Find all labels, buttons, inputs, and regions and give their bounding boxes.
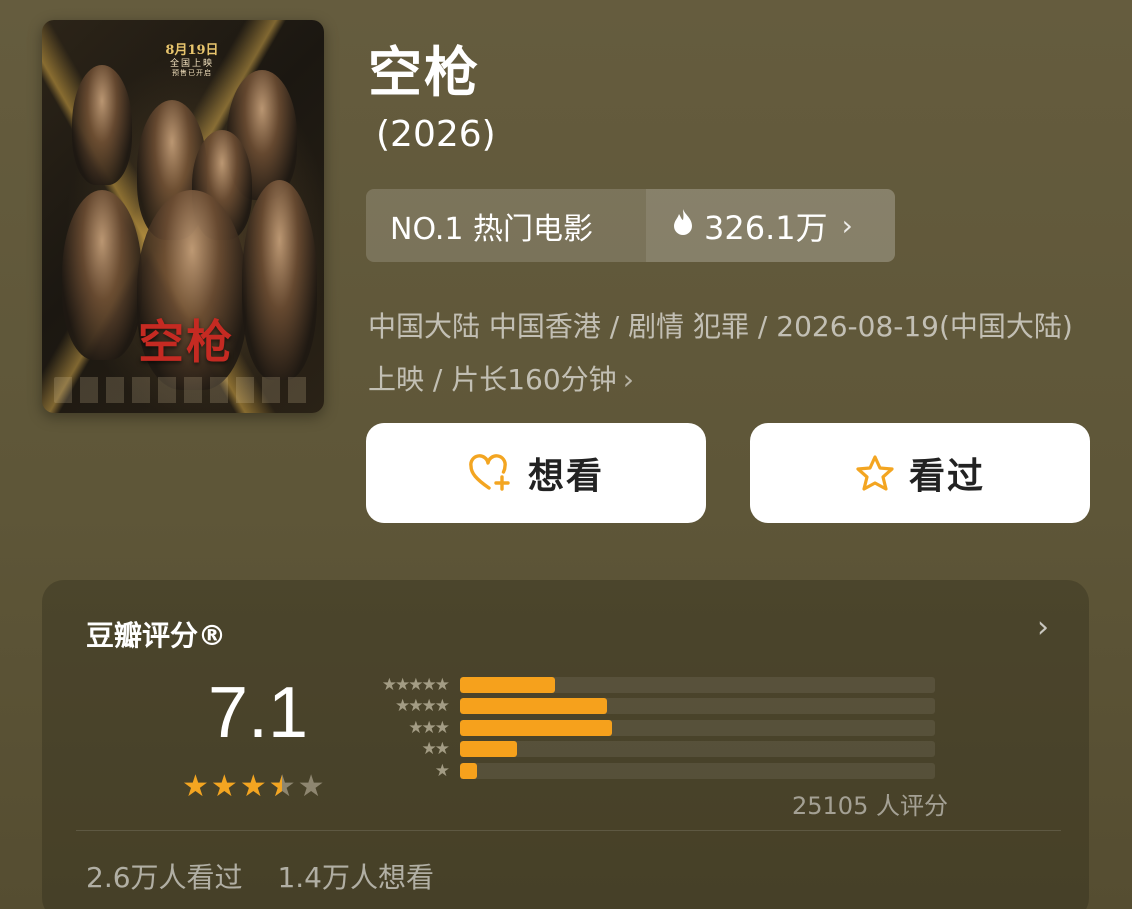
rating-bar-track (460, 762, 935, 779)
rating-title: 豆瓣评分® (86, 619, 227, 652)
star-outline-icon (855, 454, 895, 492)
watched-button[interactable]: 看过 (750, 423, 1090, 523)
flame-icon (672, 208, 694, 243)
rating-bar-fill (460, 698, 608, 715)
rating-row-3-star: ★★★ (360, 717, 935, 739)
rating-bar-track (460, 719, 935, 736)
poster-figure (242, 180, 317, 380)
poster-figure (72, 65, 132, 185)
rating-row-4-star: ★★★★ (360, 696, 935, 718)
star-row-icon: ★★★★ (395, 696, 450, 717)
heat-value: 326.1万 (704, 208, 828, 247)
chevron-right-icon: › (841, 209, 853, 242)
poster-figure (62, 190, 142, 360)
movie-title: 空枪 (368, 41, 480, 104)
poster-presale: 预售已开启 (172, 69, 212, 78)
douban-rating-card[interactable]: 豆瓣评分® › 7.1 ★ ★ ★ ★ ★ ★ ★★★★ ★ ★★★ ★ ★★ ★ ★ … (42, 580, 1089, 909)
star-empty-icon: ★ (297, 769, 325, 804)
want-label: 想看 (527, 456, 604, 497)
seen-count[interactable]: 2.6万人看过 (86, 861, 243, 894)
star-row-icon: ★ (434, 760, 450, 781)
rating-bar-track (460, 741, 935, 758)
rating-bar-track (460, 676, 935, 693)
heat-button[interactable]: 326.1万 › (646, 189, 895, 262)
want-to-watch-button[interactable]: 想看 (366, 423, 706, 523)
movie-poster[interactable]: 8月19日 全国上映 预售已开启 空枪 (42, 20, 324, 413)
rating-row-1-star: ★ (360, 760, 935, 782)
star-full-icon: ★ (239, 769, 267, 804)
poster-nationwide: 全国上映 (169, 58, 214, 69)
seen-label: 看过 (908, 456, 985, 497)
star-half-icon: ★ (269, 772, 296, 803)
rating-row-5-star: ★★★★★ (360, 674, 935, 696)
chevron-right-icon[interactable]: › (1037, 610, 1049, 645)
rating-distribution: ★★★★★ ★★★★ ★★★ ★★ ★ (360, 674, 935, 782)
star-row-icon: ★★ (421, 739, 450, 760)
star-full-icon: ★ (210, 769, 238, 804)
rating-bar-track (460, 698, 935, 715)
poster-title: 空枪 (138, 315, 234, 369)
rating-count: 25105 人评分 (792, 792, 948, 820)
star-full-icon: ★ (182, 769, 209, 804)
poster-date: 8月19日 (165, 43, 219, 58)
watch-stats: 2.6万人看过 1.4万人想看 (86, 856, 434, 896)
star-row-icon: ★★★★★ (381, 674, 450, 695)
rating-bar-fill (460, 741, 517, 758)
want-count[interactable]: 1.4万人想看 (277, 861, 434, 894)
star-row-icon: ★★★ (408, 717, 450, 738)
rating-score: 7.1 (208, 673, 309, 753)
movie-meta[interactable]: 中国大陆 中国香港 / 剧情 犯罪 / 2026-08-19(中国大陆) 上映 … (368, 300, 1088, 406)
divider (76, 830, 1061, 831)
rating-row-2-star: ★★ (360, 739, 935, 761)
rating-bar-fill (460, 762, 477, 779)
poster-release-info: 8月19日 全国上映 预售已开启 (157, 43, 227, 78)
heart-plus-icon (468, 453, 514, 493)
poster-credits (54, 377, 312, 403)
rating-stars: ★ ★ ★ ★ ★ (182, 769, 325, 804)
chevron-right-icon: › (622, 363, 634, 396)
movie-year: (2026) (376, 114, 496, 155)
rating-bar-fill (460, 676, 555, 693)
rank-label: NO.1 热门电影 (366, 189, 646, 262)
ranking-badge[interactable]: NO.1 热门电影 326.1万 › (366, 189, 895, 262)
meta-text: 中国大陆 中国香港 / 剧情 犯罪 / 2026-08-19(中国大陆) 上映 … (368, 310, 1073, 396)
rating-bar-fill (460, 719, 612, 736)
